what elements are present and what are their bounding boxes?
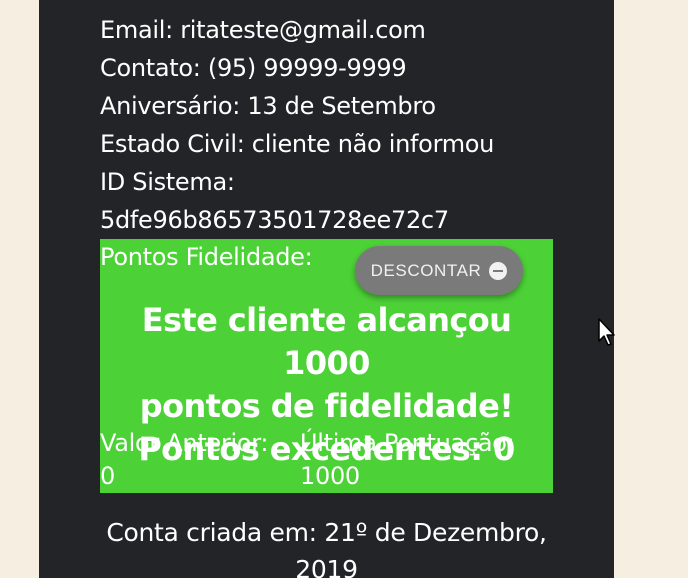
account-created-line-2: 2019	[295, 555, 358, 578]
account-created: Conta criada em: 21º de Dezembro, 2019	[100, 514, 553, 578]
discount-button[interactable]: DESCONTAR	[355, 246, 523, 295]
previous-value-label: Valor Anterior:	[100, 429, 269, 457]
system-id-label: ID Sistema:	[100, 168, 235, 196]
client-civil-status: Estado Civil: cliente não informou	[100, 130, 495, 158]
loyalty-points-box: Pontos Fidelidade: DESCONTAR Este client…	[100, 239, 553, 493]
last-score-block: Última Pontuação: 1000	[300, 427, 553, 493]
client-email: Email: ritateste@gmail.com	[100, 16, 426, 44]
previous-value: 0	[100, 462, 115, 490]
minus-circle-icon	[489, 261, 508, 280]
client-birthday: Aniversário: 13 de Setembro	[100, 92, 436, 120]
achievement-line-1: Este cliente alcançou 1000	[141, 301, 512, 382]
mouse-pointer-icon	[598, 318, 615, 346]
last-score-value: 1000	[300, 462, 360, 490]
loyalty-points-label: Pontos Fidelidade:	[100, 243, 313, 271]
achievement-line-2: pontos de fidelidade!	[139, 387, 514, 425]
discount-button-label: DESCONTAR	[370, 260, 482, 280]
account-created-line-1: Conta criada em: 21º de Dezembro,	[106, 518, 547, 547]
system-id-value: 5dfe96b86573501728ee72c7	[100, 206, 449, 234]
client-card: Email: ritateste@gmail.com Contato: (95)…	[39, 0, 614, 578]
previous-value-block: Valor Anterior: 0	[100, 427, 290, 493]
last-score-label: Última Pontuação:	[300, 429, 515, 457]
client-contact: Contato: (95) 99999-9999	[100, 54, 407, 82]
